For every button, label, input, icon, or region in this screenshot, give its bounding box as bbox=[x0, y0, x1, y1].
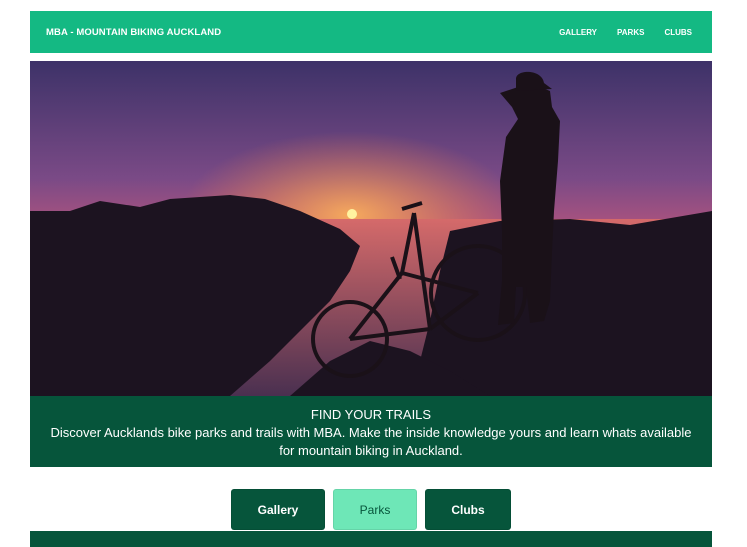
nav-link-gallery[interactable]: GALLERY bbox=[559, 28, 597, 37]
gallery-button[interactable]: Gallery bbox=[231, 489, 325, 530]
brand-link[interactable]: MBA - MOUNTAIN BIKING AUCKLAND bbox=[46, 27, 221, 38]
caption-text: Discover Aucklands bike parks and trails… bbox=[50, 425, 692, 458]
hero-caption: FIND YOUR TRAILS Discover Aucklands bike… bbox=[30, 396, 712, 467]
nav-link-clubs[interactable]: CLUBS bbox=[664, 28, 692, 37]
nav-links: GALLERY PARKS CLUBS bbox=[559, 28, 692, 37]
button-group: Gallery Parks Clubs bbox=[231, 489, 511, 530]
caption-title: FIND YOUR TRAILS bbox=[310, 407, 432, 422]
nav-link-parks[interactable]: PARKS bbox=[617, 28, 644, 37]
right-rocks bbox=[410, 211, 712, 396]
sun bbox=[347, 209, 357, 219]
page: MBA - MOUNTAIN BIKING AUCKLAND GALLERY P… bbox=[0, 0, 747, 547]
navbar: MBA - MOUNTAIN BIKING AUCKLAND GALLERY P… bbox=[30, 11, 712, 53]
sunset-biker-illustration bbox=[30, 61, 712, 396]
footer-bar bbox=[30, 531, 712, 547]
parks-button[interactable]: Parks bbox=[333, 489, 417, 530]
hero-image bbox=[30, 61, 712, 396]
clubs-button[interactable]: Clubs bbox=[425, 489, 511, 530]
